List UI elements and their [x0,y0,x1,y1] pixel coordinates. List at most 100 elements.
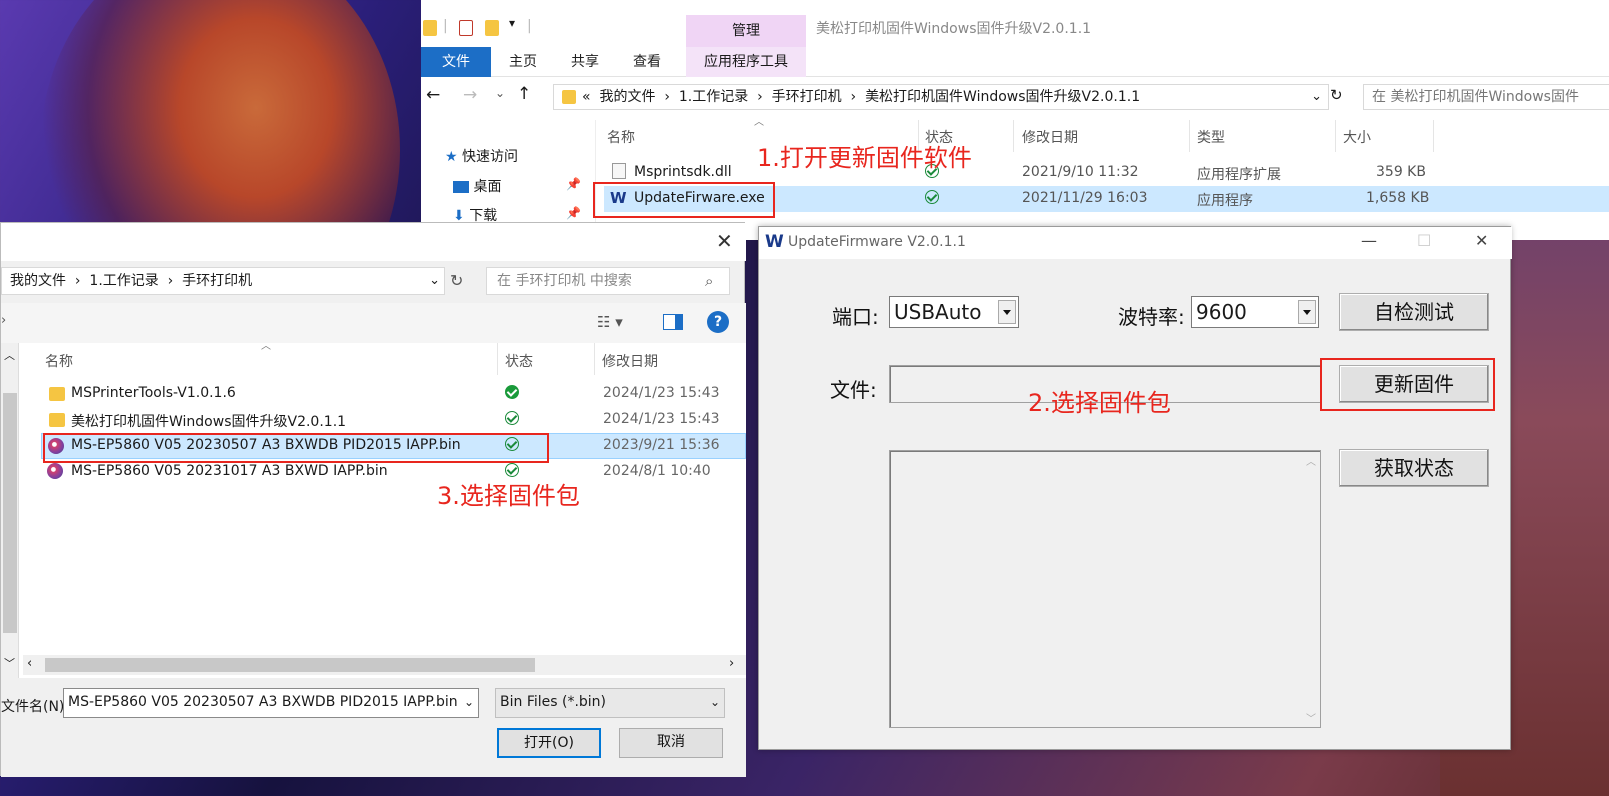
close-icon[interactable]: ✕ [1475,231,1488,250]
scroll-thumb[interactable] [45,658,535,672]
status-synced-icon [925,190,939,208]
breadcrumb-item[interactable]: 美松打印机固件Windows固件升级V2.0.1.1 [865,89,1140,105]
separator: | [527,18,532,34]
cancel-button[interactable]: 取消 [619,728,723,758]
tab-view[interactable]: 查看 [617,47,677,77]
chevron-down-icon[interactable]: ⌄ [460,689,478,717]
folder-icon[interactable] [423,20,437,36]
chevron-down-icon[interactable] [1298,300,1316,324]
port-label: 端口: [832,305,879,329]
help-icon[interactable]: ? [707,311,729,333]
breadcrumb-item[interactable]: 1.工作记录 [89,273,158,289]
quick-access-item[interactable]: ★ 快速访问 [445,146,518,166]
column-status[interactable]: 状态 [505,351,533,371]
organize-menu-icon[interactable]: › [1,313,6,328]
chevron-down-icon[interactable] [998,300,1016,324]
scroll-right-icon[interactable]: › [729,656,734,671]
preview-pane-icon[interactable] [663,314,683,330]
column-separator [1189,120,1190,152]
sort-ascending-icon: ︿ [261,341,271,352]
scroll-left-icon[interactable]: ‹ [27,656,32,671]
folder-icon [49,387,65,401]
ribbon-tabs: 文件 主页 共享 查看 [421,47,1609,77]
status-log-area[interactable]: ︿ ﹀ [889,450,1321,728]
get-status-button[interactable]: 获取状态 [1339,449,1489,487]
annotation-step1: 1.打开更新固件软件 [757,144,972,172]
address-row: ← → ⌄ ↑ « 我的文件 › 1.工作记录 › 手环打印机 › 美松打印机固… [421,80,1609,116]
desktop-icon [453,181,469,193]
column-date[interactable]: 修改日期 [602,351,658,371]
maximize-icon[interactable]: ☐ [1417,231,1431,250]
open-button[interactable]: 打开(O) [497,728,601,758]
breadcrumb-item[interactable]: 我的文件 [599,89,655,105]
folder-icon [49,413,65,427]
breadcrumb-item[interactable]: 我的文件 [10,273,66,289]
close-icon[interactable]: ✕ [716,229,733,253]
file-type-select[interactable]: Bin Files (*.bin) ⌄ [495,688,725,718]
tab-file[interactable]: 文件 [421,47,491,77]
file-name: Msprintsdk.dll [634,164,732,180]
tab-share[interactable]: 共享 [555,47,615,77]
dialog-address-bar[interactable]: 我的文件 › 1.工作记录 › 手环打印机 ⌄ [1,267,445,295]
refresh-icon[interactable]: ↻ [1330,86,1343,104]
scroll-thumb[interactable] [3,393,17,633]
filename-label: 文件名(N): [1,699,70,715]
pin-icon[interactable]: 📌 [566,177,581,191]
address-dropdown-icon[interactable]: ⌄ [429,268,440,294]
highlight-box [593,182,775,218]
address-dropdown-icon[interactable]: ⌄ [1311,85,1322,109]
address-bar[interactable]: « 我的文件 › 1.工作记录 › 手环打印机 › 美松打印机固件Windows… [553,84,1329,110]
breadcrumb-item[interactable]: 手环打印机 [182,273,252,289]
column-separator [1433,120,1434,152]
back-icon[interactable]: ← [426,85,440,105]
scroll-down-icon[interactable]: ﹀ [4,655,15,671]
app-titlebar: W UpdateFirmware V2.0.1.1 — ☐ ✕ [759,227,1512,259]
dialog-search-input[interactable]: 在 手环打印机 中搜索 [486,267,730,295]
breadcrumb-item[interactable]: 1.工作记录 [679,89,748,105]
dialog-toolbar: › ☷ ▾ ? [1,303,746,343]
manage-tab[interactable]: 管理 [686,15,806,47]
new-folder-icon[interactable] [485,20,499,36]
search-input[interactable]: 在 美松打印机固件Windows固件 [1363,84,1609,110]
column-date[interactable]: 修改日期 [1022,127,1078,147]
scroll-up-icon[interactable]: ︿ [4,347,15,363]
column-separator [497,343,498,375]
baud-select[interactable]: 9600 [1191,296,1319,328]
column-type[interactable]: 类型 [1197,127,1225,147]
list-item[interactable]: 美松打印机固件Windows固件升级V2.0.1.1 2024/1/23 15:… [41,407,746,433]
view-options-icon[interactable]: ☷ ▾ [597,313,623,331]
column-name[interactable]: 名称 [45,351,73,371]
filename-input[interactable]: MS-EP5860 V05 20230507 A3 BXWDB PID2015 … [63,688,479,718]
forward-icon[interactable]: → [463,85,477,105]
sort-ascending-icon: ︿ [754,117,764,128]
breadcrumb-item[interactable]: 手环打印机 [772,89,842,105]
file-date: 2023/9/21 15:36 [603,437,720,453]
desktop-item[interactable]: 桌面 [453,176,501,196]
file-name: MSPrinterTools-V1.0.1.6 [71,385,236,401]
selftest-button[interactable]: 自检测试 [1339,293,1489,331]
column-size[interactable]: 大小 [1343,127,1371,147]
dialog-titlebar: ✕ [1,223,746,261]
tab-home[interactable]: 主页 [493,47,553,77]
properties-icon[interactable] [459,20,473,36]
up-icon[interactable]: ↑ [517,84,531,104]
scroll-up-icon[interactable]: ︿ [1306,453,1316,468]
window-title: 美松打印机固件Windows固件升级V2.0.1.1 [816,21,1092,37]
column-name[interactable]: 名称 [607,127,635,147]
search-icon[interactable]: ⌕ [705,272,713,290]
horizontal-scrollbar[interactable]: ‹ › [23,655,746,675]
refresh-icon[interactable]: ↻ [450,271,463,290]
scroll-down-icon[interactable]: ﹀ [1306,710,1316,725]
pin-icon[interactable]: 📌 [566,206,581,220]
file-date: 2024/1/23 15:43 [603,411,720,427]
recent-locations-icon[interactable]: ⌄ [495,86,505,100]
chevron-down-icon[interactable]: ⌄ [710,689,720,715]
minimize-icon[interactable]: — [1361,231,1377,250]
status-synced-icon [505,411,519,429]
annotation-step3: 3.选择固件包 [437,482,580,510]
tab-app-tools[interactable]: 应用程序工具 [686,47,806,77]
customize-toolbar-icon[interactable]: ▾ [509,16,515,30]
port-select[interactable]: USBAuto [889,296,1019,328]
list-item[interactable]: MSPrinterTools-V1.0.1.6 2024/1/23 15:43 [41,381,746,407]
highlight-box [1320,358,1495,411]
